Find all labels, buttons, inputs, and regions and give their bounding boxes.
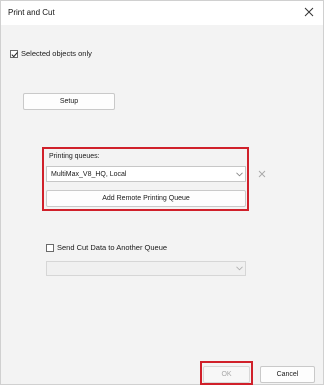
cancel-button[interactable]: Cancel [260,366,315,383]
printing-queue-value: MultiMax_V8_HQ, Local [51,170,127,178]
send-cut-row[interactable]: Send Cut Data to Another Queue [46,243,167,252]
close-icon[interactable] [302,5,316,19]
chevron-down-icon [233,266,245,271]
title-bar: Print and Cut [1,1,323,25]
cancel-button-label: Cancel [276,371,299,378]
selected-only-checkbox[interactable] [10,49,18,58]
printing-queue-select[interactable]: MultiMax_V8_HQ, Local [46,166,246,182]
cut-queue-select[interactable] [46,261,246,276]
send-cut-label: Send Cut Data to Another Queue [57,243,168,252]
setup-button-label: Setup [59,98,79,105]
add-remote-printing-queue-button[interactable]: Add Remote Printing Queue [46,190,246,207]
add-remote-queue-label: Add Remote Printing Queue [102,195,190,202]
ok-button-label: OK [221,371,232,378]
remove-queue-icon[interactable] [257,169,267,179]
setup-button[interactable]: Setup [23,93,115,110]
print-and-cut-dialog: Print and Cut Selected objects only Setu… [0,0,324,385]
printing-queues-label: Printing queues: [49,153,100,160]
send-cut-checkbox[interactable] [46,243,54,252]
window-title: Print and Cut [8,8,55,17]
checkmark-icon [11,51,18,57]
selected-only-row[interactable]: Selected objects only [10,49,92,58]
chevron-down-icon [233,171,245,177]
ok-button[interactable]: OK [203,366,250,383]
selected-only-label: Selected objects only [21,49,92,58]
